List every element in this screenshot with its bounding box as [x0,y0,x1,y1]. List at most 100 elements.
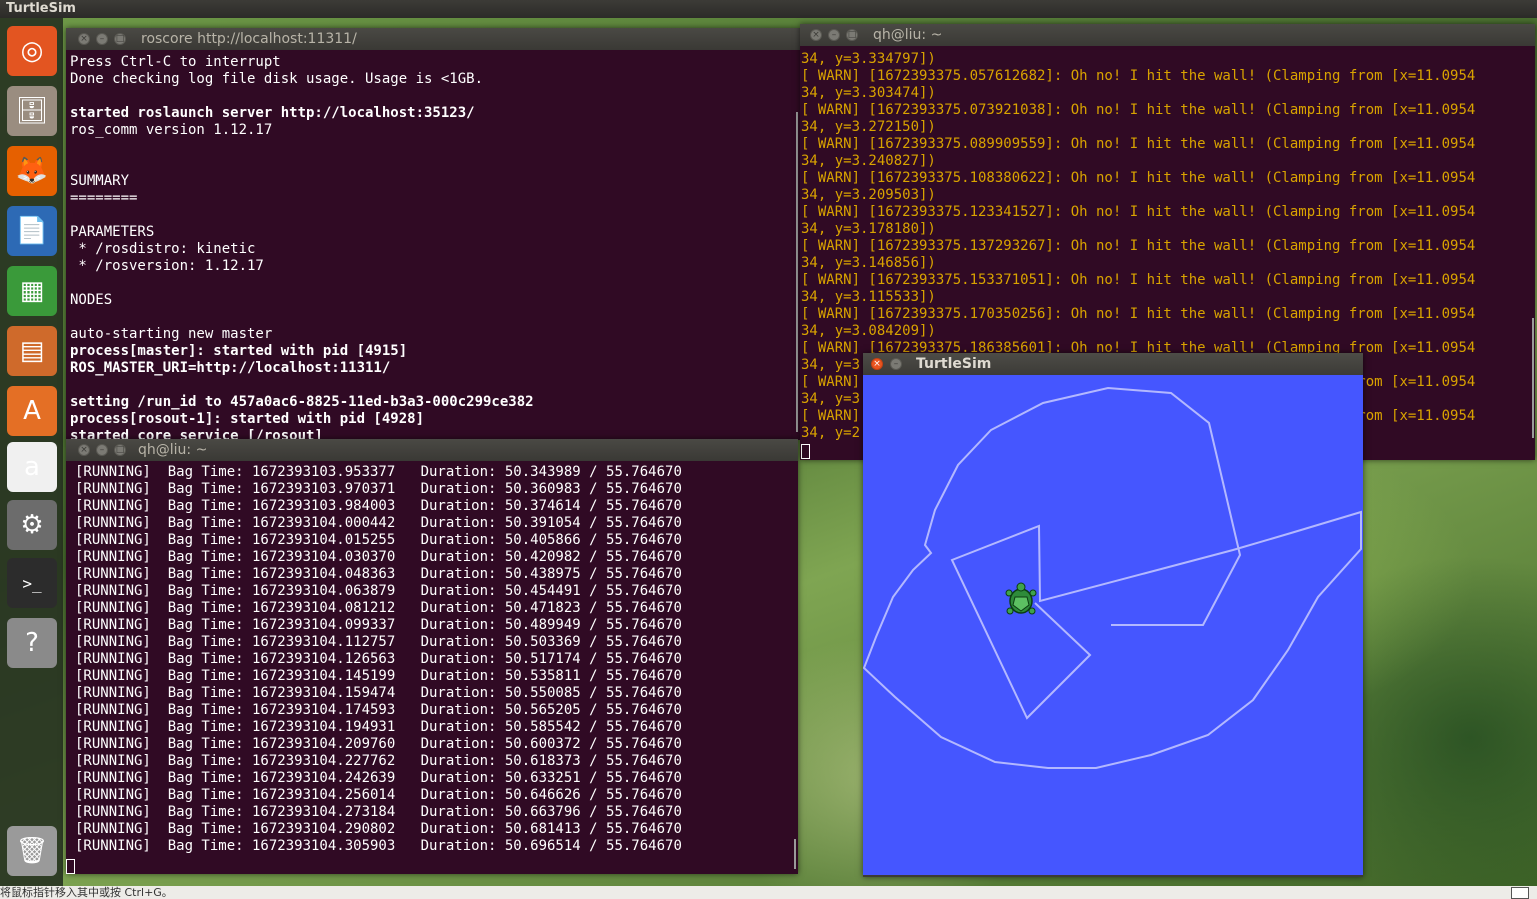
turtle-icon [1003,582,1039,618]
terminal-line: ros_comm version 1.12.17 [70,122,273,138]
terminal-line: * /rosdistro: kinetic [70,241,256,257]
screen-icon [1511,887,1529,899]
status-bar: 将鼠标指针移入其中或按 Ctrl+G。 [0,886,1537,899]
bag-status-line: [RUNNING] Bag Time: 1672393104.227762 Du… [75,753,682,769]
terminal-line: auto-starting new master [70,326,273,342]
bag-status-line: [RUNNING] Bag Time: 1672393103.984003 Du… [75,498,682,514]
close-icon[interactable]: × [810,29,822,41]
terminal-line: started roslaunch server http://localhos… [70,105,475,121]
scrollbar[interactable] [1532,318,1534,438]
system-settings-icon[interactable]: ⚙ [7,500,57,550]
amazon-icon[interactable]: a [7,442,57,492]
terminal-line: SUMMARY [70,173,130,189]
warn-line: 34, y=3.209503]) [801,187,936,203]
bag-status-line: [RUNNING] Bag Time: 1672393104.273184 Du… [75,804,682,820]
terminal-line: Done checking log file disk usage. Usage… [70,71,484,87]
warn-line: [ WARN] [1672393375.073921038]: Oh no! I… [801,102,1476,118]
warn-line: 34, y=3.272150]) [801,119,936,135]
firefox-icon[interactable]: 🦊 [7,146,57,196]
terminal-cursor [66,855,75,874]
close-icon[interactable]: × [78,444,90,456]
rosbag-terminal-titlebar[interactable]: × – □ qh@liu: ~ [66,439,798,461]
warn-line: 34, y=3.178180]) [801,221,936,237]
bag-status-line: [RUNNING] Bag Time: 1672393104.081212 Du… [75,600,682,616]
launcher: ◎ 🗄 🦊 📄 ▦ ▤ Aa ⚙ >_? 🗑 [0,18,63,888]
active-app-title: TurtleSim [6,1,76,16]
bag-status-line: [RUNNING] Bag Time: 1672393103.970371 Du… [75,481,682,497]
bag-status-line: [RUNNING] Bag Time: 1672393104.126563 Du… [75,651,682,667]
minimize-icon[interactable]: – [96,444,108,456]
terminal-cursor [801,440,810,459]
window-title: qh@liu: ~ [873,27,943,43]
scrollbar[interactable] [794,839,796,869]
roscore-terminal-output[interactable]: Press Ctrl-C to interrupt Done checking l… [66,54,800,440]
terminal-line: NODES [70,292,113,308]
bag-status-line: [RUNNING] Bag Time: 1672393104.015255 Du… [75,532,682,548]
bag-status-line: [RUNNING] Bag Time: 1672393104.145199 Du… [75,668,682,684]
scrollbar[interactable] [796,112,798,432]
bag-status-line: [RUNNING] Bag Time: 1672393104.099337 Du… [75,617,682,633]
turtle-drawing [863,386,1362,769]
close-icon[interactable]: × [78,33,90,45]
terminal-line: ======== [70,190,138,206]
impress-icon[interactable]: ▤ [7,326,57,376]
roscore-terminal-window[interactable]: × – □ roscore http://localhost:11311/ Pr… [66,28,800,440]
warn-line: 34, y=3.240827]) [801,153,936,169]
terminal-line: * /rosversion: 1.12.17 [70,258,264,274]
software-center-icon[interactable]: A [7,386,57,436]
bag-status-line: [RUNNING] Bag Time: 1672393104.159474 Du… [75,685,682,701]
bag-status-line: [RUNNING] Bag Time: 1672393104.256014 Du… [75,787,682,803]
bag-status-line: [RUNNING] Bag Time: 1672393104.063879 Du… [75,583,682,599]
warn-line: [ WARN] [1672393375.170350256]: Oh no! I… [801,306,1476,322]
bag-status-line: [RUNNING] Bag Time: 1672393103.953377 Du… [75,464,682,480]
minimize-icon[interactable]: – [96,33,108,45]
maximize-icon[interactable]: □ [114,33,126,45]
calc-icon[interactable]: ▦ [7,266,57,316]
bag-status-line: [RUNNING] Bag Time: 1672393104.242639 Du… [75,770,682,786]
warn-line: 34, y=3.334797]) [801,51,936,67]
turtlesim-window[interactable]: × – TurtleSim [863,353,1363,877]
top-panel: TurtleSim [0,0,1537,18]
terminal-line: setting /run_id to 457a0ac6-8825-11ed-b3… [70,394,534,410]
maximize-icon[interactable]: □ [846,29,858,41]
bag-status-line: [RUNNING] Bag Time: 1672393104.174593 Du… [75,702,682,718]
bag-status-line: [RUNNING] Bag Time: 1672393104.048363 Du… [75,566,682,582]
terminal-line: PARAMETERS [70,224,155,240]
files-icon[interactable]: 🗄 [7,86,57,136]
close-icon[interactable]: × [871,358,883,370]
turtlesim-titlebar[interactable]: × – TurtleSim [863,353,1363,375]
rosbag-terminal-output[interactable]: [RUNNING] Bag Time: 1672393103.953377 Du… [66,464,798,874]
help-icon[interactable]: ? [7,618,57,668]
trash-icon[interactable]: 🗑 [7,826,57,876]
turtlesim-canvas[interactable] [863,375,1363,875]
rosbag-terminal-window[interactable]: × – □ qh@liu: ~ [RUNNING] Bag Time: 1672… [66,439,798,874]
ubuntu-dash-icon[interactable]: ◎ [7,26,57,76]
minimize-icon[interactable]: – [890,358,902,370]
warn-terminal-titlebar[interactable]: × – □ qh@liu: ~ [800,24,1535,46]
warn-line: [ WARN] [1672393375.057612682]: Oh no! I… [801,68,1476,84]
bag-status-line: [RUNNING] Bag Time: 1672393104.194931 Du… [75,719,682,735]
warn-line: [ WARN] [1672393375.153371051]: Oh no! I… [801,272,1476,288]
bag-status-line: [RUNNING] Bag Time: 1672393104.112757 Du… [75,634,682,650]
bag-status-line: [RUNNING] Bag Time: 1672393104.000442 Du… [75,515,682,531]
minimize-icon[interactable]: – [828,29,840,41]
warn-line: [ WARN] [1672393375.123341527]: Oh no! I… [801,204,1476,220]
terminal-line: ROS_MASTER_URI=http://localhost:11311/ [70,360,391,376]
bag-status-line: [RUNNING] Bag Time: 1672393104.209760 Du… [75,736,682,752]
window-title: roscore http://localhost:11311/ [141,31,357,47]
warn-line: 34, y=3.115533]) [801,289,936,305]
status-hint: 将鼠标指针移入其中或按 Ctrl+G。 [0,886,173,899]
maximize-icon[interactable]: □ [114,444,126,456]
warn-line: [ WARN] [1672393375.089909559]: Oh no! I… [801,136,1476,152]
terminal-icon[interactable]: >_ [7,558,57,608]
roscore-titlebar[interactable]: × – □ roscore http://localhost:11311/ [66,28,800,50]
writer-icon[interactable]: 📄 [7,206,57,256]
bag-status-line: [RUNNING] Bag Time: 1672393104.305903 Du… [75,838,682,854]
